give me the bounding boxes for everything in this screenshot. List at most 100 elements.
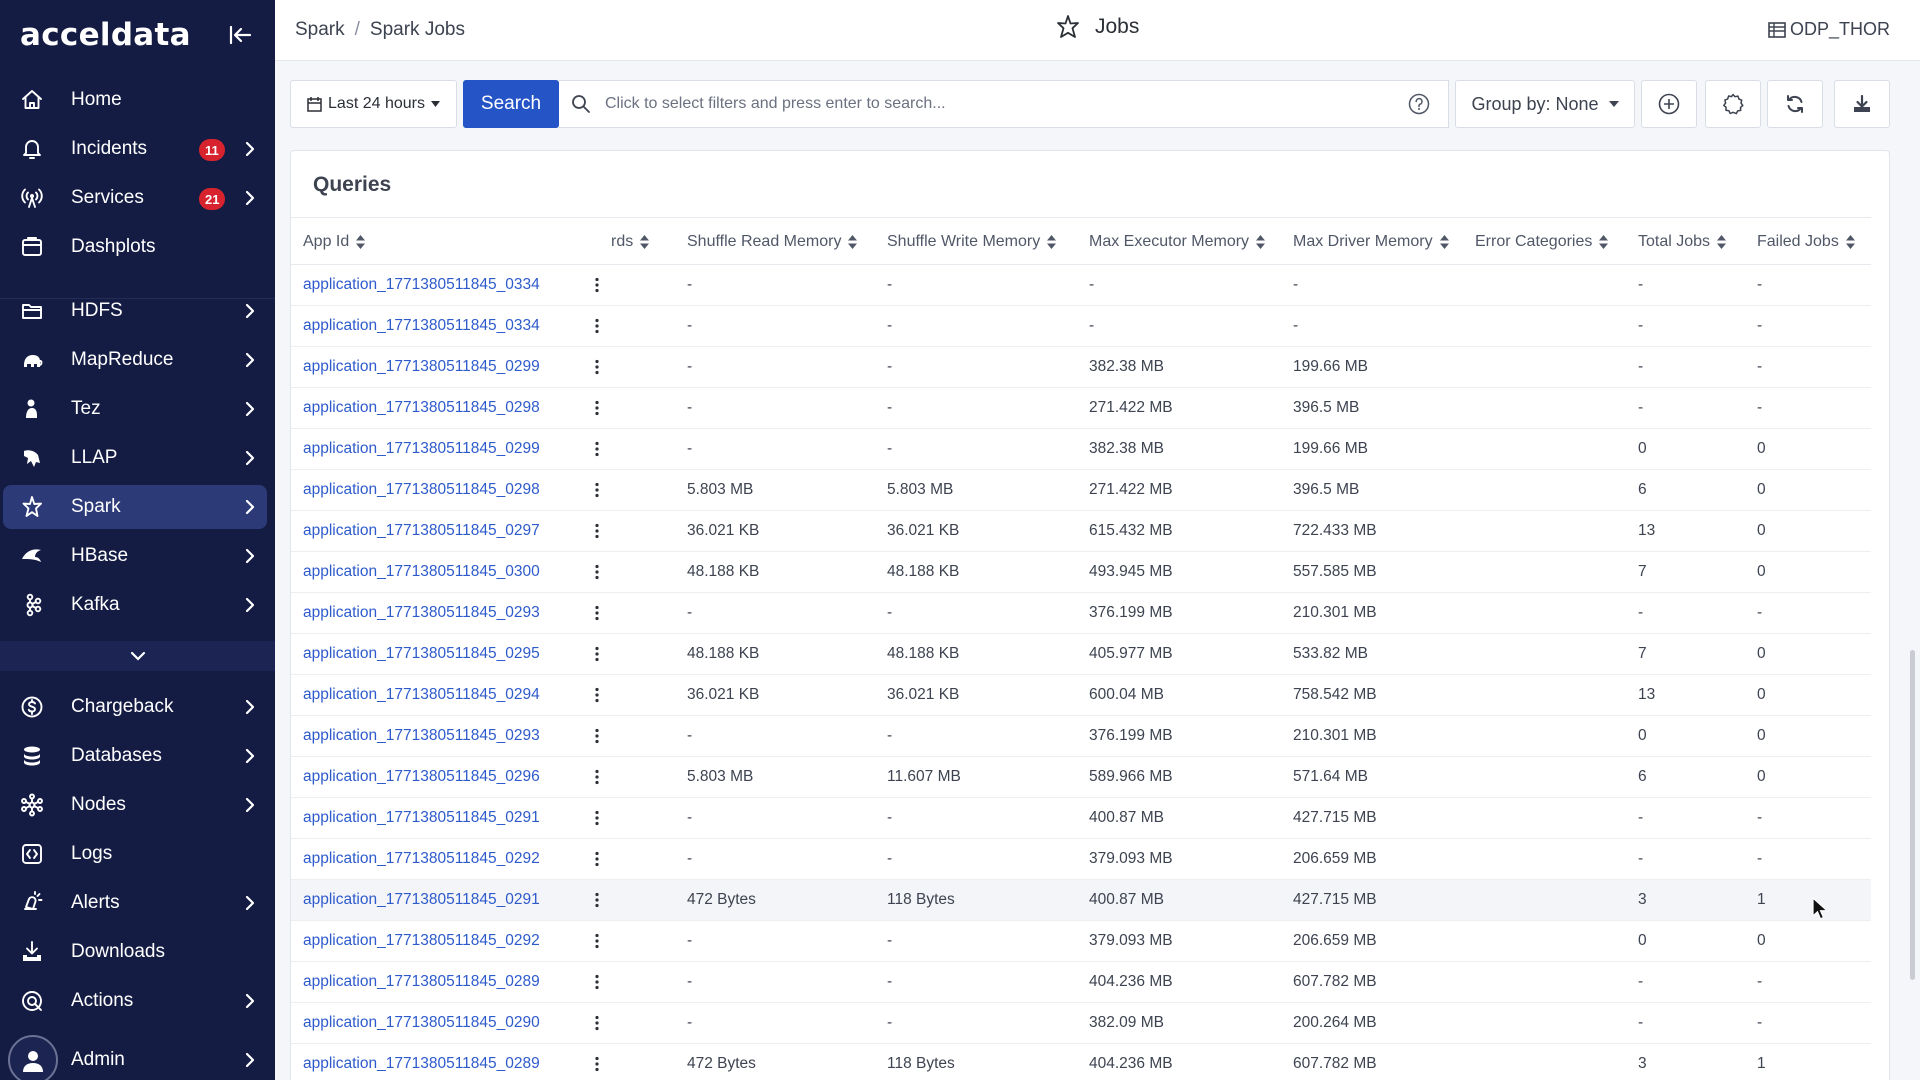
table-row[interactable]: application_1771380511845_0299 - - 382.38 M… bbox=[291, 429, 1871, 470]
table-row[interactable]: application_1771380511845_0300 48.188 KB 4… bbox=[291, 552, 1871, 593]
column-header-shuffle-read-memory[interactable]: Shuffle Read Memory bbox=[687, 218, 858, 266]
app-id-link[interactable]: application_1771380511845_0298 bbox=[303, 470, 540, 510]
table-row[interactable]: application_1771380511845_0334 - - - - - - bbox=[291, 306, 1871, 347]
app-id-link[interactable]: application_1771380511845_0290 bbox=[303, 1003, 540, 1043]
sidebar-item-spark[interactable]: Spark bbox=[3, 485, 267, 529]
table-row[interactable]: application_1771380511845_0294 36.021 KB 3… bbox=[291, 675, 1871, 716]
column-header-shuffle-records[interactable]: rds bbox=[611, 218, 650, 266]
group-by-dropdown[interactable]: Group by: None bbox=[1455, 80, 1635, 128]
sidebar-item-mapreduce[interactable]: MapReduce bbox=[0, 338, 275, 382]
table-row[interactable]: application_1771380511845_0298 5.803 MB 5.… bbox=[291, 470, 1871, 511]
table-row[interactable]: application_1771380511845_0293 - - 376.199 … bbox=[291, 593, 1871, 634]
column-header-app-id[interactable]: App Id bbox=[303, 218, 366, 266]
column-header-max-driver-memory[interactable]: Max Driver Memory bbox=[1293, 218, 1449, 266]
row-menu-icon[interactable] bbox=[594, 851, 600, 867]
cluster-selector[interactable]: ODP_THOR bbox=[1768, 19, 1890, 40]
refresh-button[interactable] bbox=[1767, 80, 1823, 128]
table-row[interactable]: application_1771380511845_0296 5.803 MB 11… bbox=[291, 757, 1871, 798]
sidebar-item-actions[interactable]: Actions bbox=[0, 979, 275, 1023]
row-menu-icon[interactable] bbox=[594, 605, 600, 621]
app-id-link[interactable]: application_1771380511845_0293 bbox=[303, 593, 540, 633]
sidebar-item-admin[interactable]: Admin bbox=[0, 1035, 275, 1080]
app-id-link[interactable]: application_1771380511845_0334 bbox=[303, 306, 540, 346]
app-id-link[interactable]: application_1771380511845_0299 bbox=[303, 347, 540, 387]
settings-button[interactable] bbox=[1705, 80, 1761, 128]
column-header-max-executor-memory[interactable]: Max Executor Memory bbox=[1089, 218, 1266, 266]
row-menu-icon[interactable] bbox=[594, 974, 600, 990]
sidebar-item-dashplots[interactable]: Dashplots bbox=[0, 225, 275, 269]
row-menu-icon[interactable] bbox=[594, 523, 600, 539]
column-header-shuffle-write-memory[interactable]: Shuffle Write Memory bbox=[887, 218, 1057, 266]
sort-icon[interactable] bbox=[1439, 235, 1449, 249]
page-scrollbar[interactable] bbox=[1910, 650, 1915, 980]
sort-icon[interactable] bbox=[1256, 235, 1266, 249]
sidebar-item-logs[interactable]: Logs bbox=[0, 832, 275, 876]
app-id-link[interactable]: application_1771380511845_0292 bbox=[303, 839, 540, 879]
app-id-link[interactable]: application_1771380511845_0291 bbox=[303, 798, 540, 838]
table-row[interactable]: application_1771380511845_0292 - - 379.093 … bbox=[291, 839, 1871, 880]
table-row[interactable]: application_1771380511845_0289 - - 404.236 … bbox=[291, 962, 1871, 1003]
row-menu-icon[interactable] bbox=[594, 933, 600, 949]
search-button[interactable]: Search bbox=[463, 80, 559, 128]
table-row[interactable]: application_1771380511845_0298 - - 271.422 … bbox=[291, 388, 1871, 429]
table-row[interactable]: application_1771380511845_0295 48.188 KB 4… bbox=[291, 634, 1871, 675]
column-header-error-categories[interactable]: Error Categories bbox=[1475, 218, 1609, 266]
add-button[interactable] bbox=[1641, 80, 1697, 128]
sort-icon[interactable] bbox=[1845, 235, 1855, 249]
row-menu-icon[interactable] bbox=[594, 277, 600, 293]
table-row[interactable]: application_1771380511845_0291 472 Bytes 1… bbox=[291, 880, 1871, 921]
column-header-failed-jobs[interactable]: Failed Jobs bbox=[1757, 218, 1855, 266]
row-menu-icon[interactable] bbox=[594, 318, 600, 334]
table-row[interactable]: application_1771380511845_0291 - - 400.87 M… bbox=[291, 798, 1871, 839]
table-row[interactable]: application_1771380511845_0297 36.021 KB 3… bbox=[291, 511, 1871, 552]
row-menu-icon[interactable] bbox=[594, 441, 600, 457]
sidebar-item-chargeback[interactable]: Chargeback bbox=[0, 685, 275, 729]
sidebar-item-nodes[interactable]: Nodes bbox=[0, 783, 275, 827]
table-row[interactable]: application_1771380511845_0293 - - 376.199 … bbox=[291, 716, 1871, 757]
sort-icon[interactable] bbox=[1047, 235, 1057, 249]
row-menu-icon[interactable] bbox=[594, 400, 600, 416]
app-id-link[interactable]: application_1771380511845_0300 bbox=[303, 552, 540, 592]
table-row[interactable]: application_1771380511845_0299 - - 382.38 M… bbox=[291, 347, 1871, 388]
column-header-total-jobs[interactable]: Total Jobs bbox=[1638, 218, 1727, 266]
app-id-link[interactable]: application_1771380511845_0294 bbox=[303, 675, 540, 715]
sidebar-item-kafka[interactable]: Kafka bbox=[0, 583, 275, 627]
app-id-link[interactable]: application_1771380511845_0289 bbox=[303, 962, 540, 1002]
sort-icon[interactable] bbox=[848, 235, 858, 249]
app-id-link[interactable]: application_1771380511845_0299 bbox=[303, 429, 540, 469]
sidebar-item-tez[interactable]: Tez bbox=[0, 387, 275, 431]
app-id-link[interactable]: application_1771380511845_0293 bbox=[303, 716, 540, 756]
row-menu-icon[interactable] bbox=[594, 482, 600, 498]
app-id-link[interactable]: application_1771380511845_0289 bbox=[303, 1044, 540, 1080]
app-id-link[interactable]: application_1771380511845_0291 bbox=[303, 880, 540, 920]
sidebar-scroll-more[interactable] bbox=[0, 641, 275, 671]
app-id-link[interactable]: application_1771380511845_0297 bbox=[303, 511, 540, 551]
sort-icon[interactable] bbox=[640, 235, 650, 249]
sidebar-item-downloads[interactable]: Downloads bbox=[0, 930, 275, 974]
sort-icon[interactable] bbox=[1717, 235, 1727, 249]
breadcrumb-spark[interactable]: Spark bbox=[295, 19, 345, 41]
sidebar-item-hbase[interactable]: HBase bbox=[0, 534, 275, 578]
row-menu-icon[interactable] bbox=[594, 646, 600, 662]
table-row[interactable]: application_1771380511845_0292 - - 379.093 … bbox=[291, 921, 1871, 962]
sidebar-item-llap[interactable]: LLAP bbox=[0, 436, 275, 480]
help-icon[interactable] bbox=[1408, 93, 1430, 115]
sort-icon[interactable] bbox=[1599, 235, 1609, 249]
app-id-link[interactable]: application_1771380511845_0295 bbox=[303, 634, 540, 674]
row-menu-icon[interactable] bbox=[594, 687, 600, 703]
app-id-link[interactable]: application_1771380511845_0292 bbox=[303, 921, 540, 961]
table-row[interactable]: application_1771380511845_0289 472 Bytes 1… bbox=[291, 1044, 1871, 1080]
row-menu-icon[interactable] bbox=[594, 564, 600, 580]
app-id-link[interactable]: application_1771380511845_0298 bbox=[303, 388, 540, 428]
sidebar-item-incidents[interactable]: Incidents 11 bbox=[0, 127, 275, 171]
table-row[interactable]: application_1771380511845_0290 - - 382.09 M… bbox=[291, 1003, 1871, 1044]
sidebar-item-databases[interactable]: Databases bbox=[0, 734, 275, 778]
row-menu-icon[interactable] bbox=[594, 728, 600, 744]
breadcrumb-spark-jobs[interactable]: Spark Jobs bbox=[370, 19, 465, 41]
table-row[interactable]: application_1771380511845_0334 - - - - - - bbox=[291, 265, 1871, 306]
sidebar-item-hdfs[interactable]: HDFS bbox=[0, 289, 275, 333]
app-id-link[interactable]: application_1771380511845_0334 bbox=[303, 265, 540, 305]
row-menu-icon[interactable] bbox=[594, 1015, 600, 1031]
app-id-link[interactable]: application_1771380511845_0296 bbox=[303, 757, 540, 797]
search-input[interactable] bbox=[605, 95, 1408, 113]
